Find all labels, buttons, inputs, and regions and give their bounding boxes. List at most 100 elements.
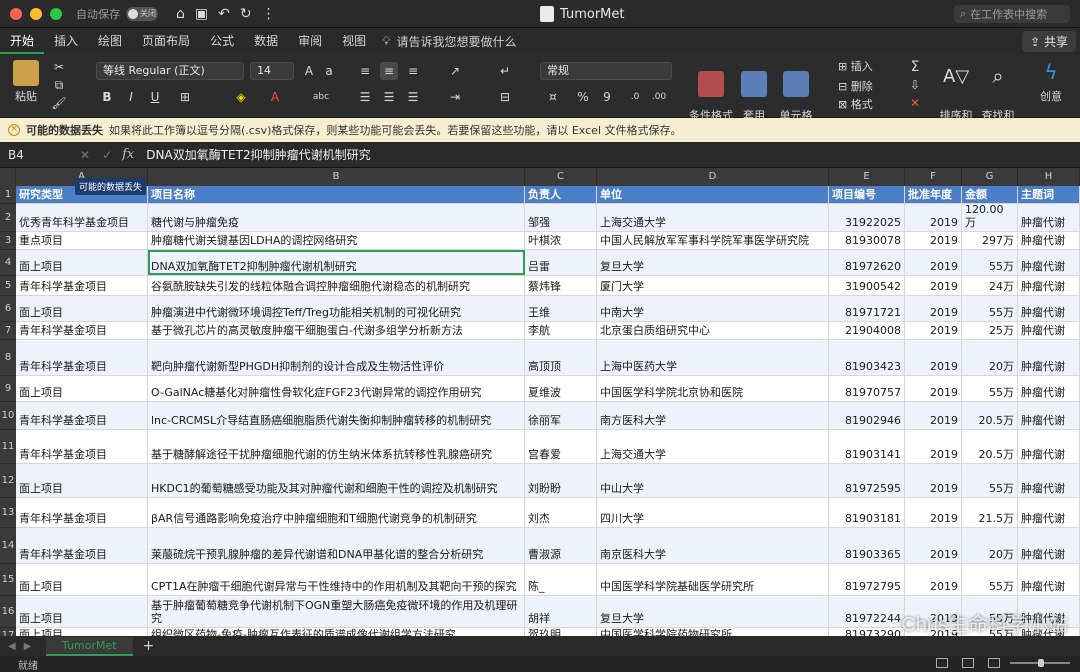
cell-a17[interactable]: 面上项目 xyxy=(16,628,148,636)
row-header[interactable]: 13 xyxy=(0,498,16,528)
cell-a10[interactable]: 青年科学基金项目 xyxy=(16,402,148,429)
cell-g2[interactable]: 120.00万 xyxy=(962,204,1018,231)
font-name-select[interactable]: 等线 Regular (正文) xyxy=(96,62,244,80)
spreadsheet-grid[interactable]: A B C D E F G H 1 研究类型 项目名称 负责人 单位 项目编号 批准年度 金额… xyxy=(0,168,1080,636)
save-icon[interactable]: ▣ xyxy=(195,6,208,22)
cell-g14[interactable]: 20万 xyxy=(962,528,1018,563)
cell-h10[interactable]: 肿瘤代谢 xyxy=(1018,402,1080,429)
bold-icon[interactable]: B xyxy=(98,88,116,106)
cell-d12[interactable]: 中山大学 xyxy=(597,464,829,497)
cell-d1[interactable]: 单位 xyxy=(597,186,829,203)
cell-h15[interactable]: 肿瘤代谢 xyxy=(1018,564,1080,595)
cell-e9[interactable]: 81970757 xyxy=(829,376,905,401)
row-header[interactable]: 3 xyxy=(0,232,16,250)
tab-draw[interactable]: 绘图 xyxy=(88,28,132,54)
undo-icon[interactable]: ↶ xyxy=(218,6,230,22)
row-header[interactable]: 15 xyxy=(0,564,16,596)
cell-g11[interactable]: 20.5万 xyxy=(962,430,1018,463)
tab-page-layout[interactable]: 页面布局 xyxy=(132,28,200,54)
cell-f15[interactable]: 2019 xyxy=(905,564,962,595)
cell-e15[interactable]: 81972795 xyxy=(829,564,905,595)
cell-g7[interactable]: 25万 xyxy=(962,322,1018,339)
cut-icon[interactable]: ✂ xyxy=(50,58,68,76)
cell-e17[interactable]: 81973290 xyxy=(829,628,905,636)
cell-a7[interactable]: 青年科学基金项目 xyxy=(16,322,148,339)
cell-g1[interactable]: 金额 xyxy=(962,186,1018,203)
percent-icon[interactable]: % xyxy=(574,88,592,106)
cell-f7[interactable]: 2019 xyxy=(905,322,962,339)
cell-h13[interactable]: 肿瘤代谢 xyxy=(1018,498,1080,527)
cell-c16[interactable]: 胡祥 xyxy=(525,596,597,627)
paste-button[interactable]: 粘贴 xyxy=(8,60,44,104)
conditional-format-button[interactable]: 条件格式 xyxy=(688,60,734,121)
align-middle-icon[interactable]: ≡ xyxy=(380,62,398,80)
cell-a14[interactable]: 青年科学基金项目 xyxy=(16,528,148,563)
cell-b13[interactable]: βAR信号通路影响免疫治疗中肿瘤细胞和T细胞代谢竞争的机制研究 xyxy=(148,498,525,527)
cell-a13[interactable]: 青年科学基金项目 xyxy=(16,498,148,527)
cell-c7[interactable]: 李航 xyxy=(525,322,597,339)
cell-e2[interactable]: 31922025 xyxy=(829,204,905,231)
cell-f1[interactable]: 批准年度 xyxy=(905,186,962,203)
phonetic-icon[interactable]: abc xyxy=(312,88,330,106)
cell-g4[interactable]: 55万 xyxy=(962,250,1018,275)
cell-a9[interactable]: 面上项目 xyxy=(16,376,148,401)
autosum-icon[interactable]: Σ xyxy=(906,58,924,76)
tab-view[interactable]: 视图 xyxy=(332,28,376,54)
row-header[interactable]: 11 xyxy=(0,430,16,464)
cell-e5[interactable]: 31900542 xyxy=(829,276,905,295)
cell-d9[interactable]: 中国医学科学院北京协和医院 xyxy=(597,376,829,401)
cell-e11[interactable]: 81903141 xyxy=(829,430,905,463)
cell-h4[interactable]: 肿瘤代谢 xyxy=(1018,250,1080,275)
cell-h2[interactable]: 肿瘤代谢 xyxy=(1018,204,1080,231)
format-painter-icon[interactable]: 🖌︎ xyxy=(50,94,68,112)
cell-d11[interactable]: 上海交通大学 xyxy=(597,430,829,463)
cell-b9[interactable]: O-GalNAc糖基化对肿瘤性骨软化症FGF23代谢异常的调控作用研究 xyxy=(148,376,525,401)
cell-d10[interactable]: 南方医科大学 xyxy=(597,402,829,429)
cell-f10[interactable]: 2019 xyxy=(905,402,962,429)
cell-a11[interactable]: 青年科学基金项目 xyxy=(16,430,148,463)
format-cells-button[interactable]: ⊠ 格式 xyxy=(838,96,873,112)
cell-e16[interactable]: 81972244 xyxy=(829,596,905,627)
cell-d2[interactable]: 上海交通大学 xyxy=(597,204,829,231)
cell-c17[interactable]: 贺玖明 xyxy=(525,628,597,636)
page-layout-view-icon[interactable] xyxy=(962,658,974,668)
close-window-button[interactable] xyxy=(10,7,22,20)
align-center-icon[interactable]: ☰ xyxy=(380,88,398,106)
fill-icon[interactable]: ⇩ xyxy=(906,76,924,94)
cell-b12[interactable]: HKDC1的葡萄糖感受功能及其对肿瘤代谢和细胞干性的调控及机制研究 xyxy=(148,464,525,497)
cell-h5[interactable]: 肿瘤代谢 xyxy=(1018,276,1080,295)
cell-c9[interactable]: 夏维波 xyxy=(525,376,597,401)
cell-e7[interactable]: 21904008 xyxy=(829,322,905,339)
cell-b11[interactable]: 基于糖酵解途径干扰肿瘤细胞代谢的仿生纳米体系抗转移性乳腺癌研究 xyxy=(148,430,525,463)
italic-icon[interactable]: I xyxy=(122,88,140,106)
cell-d7[interactable]: 北京蛋白质组研究中心 xyxy=(597,322,829,339)
row-header[interactable]: 10 xyxy=(0,402,16,430)
close-warning-icon[interactable]: × xyxy=(8,124,20,136)
cell-b17[interactable]: 组织微区药物-免疫-肿瘤互作表征的质谱成像代谢组学方法研究 xyxy=(148,628,525,636)
cell-h14[interactable]: 肿瘤代谢 xyxy=(1018,528,1080,563)
create-button[interactable]: ϟ 创意 xyxy=(1032,60,1070,104)
cell-d16[interactable]: 复旦大学 xyxy=(597,596,829,627)
cell-a16[interactable]: 面上项目 xyxy=(16,596,148,627)
cell-c1[interactable]: 负责人 xyxy=(525,186,597,203)
cell-d15[interactable]: 中国医学科学院基础医学研究所 xyxy=(597,564,829,595)
cell-h8[interactable]: 肿瘤代谢 xyxy=(1018,340,1080,375)
cell-d3[interactable]: 中国人民解放军军事科学院军事医学研究院 xyxy=(597,232,829,249)
cell-a8[interactable]: 青年科学基金项目 xyxy=(16,340,148,375)
clear-icon[interactable]: ✕ xyxy=(906,94,924,112)
tab-formulas[interactable]: 公式 xyxy=(200,28,244,54)
tab-insert[interactable]: 插入 xyxy=(44,28,88,54)
cell-h7[interactable]: 肿瘤代谢 xyxy=(1018,322,1080,339)
fill-color-icon[interactable]: ◈ xyxy=(232,88,250,106)
row-header[interactable]: 4 xyxy=(0,250,16,276)
cell-b1[interactable]: 项目名称 xyxy=(148,186,525,203)
row-header[interactable]: 17 xyxy=(0,628,16,636)
cell-b5[interactable]: 谷氨酰胺缺失引发的线粒体融合调控肿瘤细胞代谢稳态的机制研究 xyxy=(148,276,525,295)
tab-home[interactable]: 开始 xyxy=(0,28,45,54)
row-header[interactable]: 1 xyxy=(0,186,16,204)
zoom-slider[interactable] xyxy=(1010,659,1070,667)
cell-h6[interactable]: 肿瘤代谢 xyxy=(1018,296,1080,321)
cell-e14[interactable]: 81903365 xyxy=(829,528,905,563)
home-icon[interactable]: ⌂ xyxy=(176,6,185,22)
cell-g8[interactable]: 20万 xyxy=(962,340,1018,375)
